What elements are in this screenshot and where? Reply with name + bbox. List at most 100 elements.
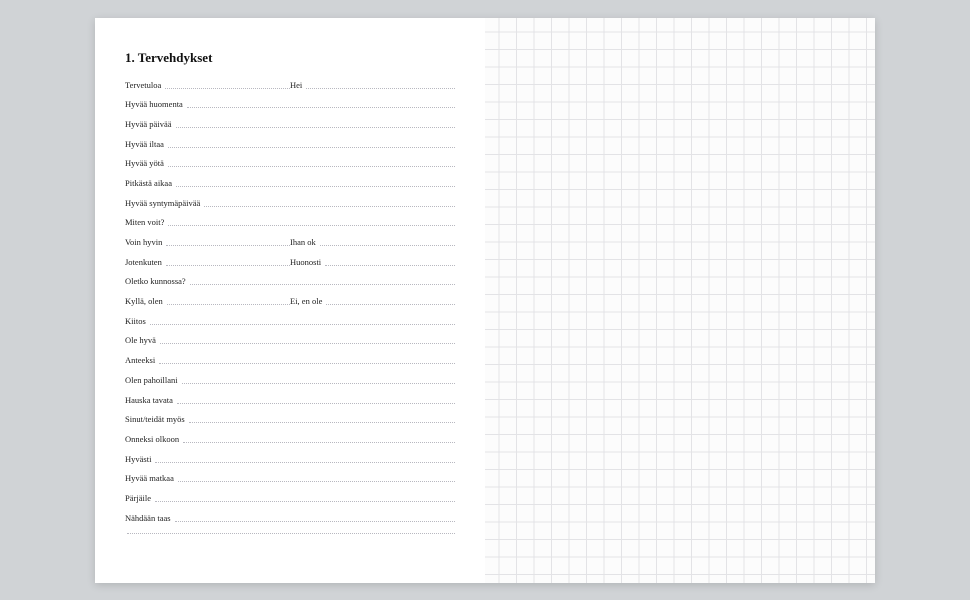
vocabulary-row: Anteeksi [125, 355, 455, 375]
vocabulary-cell: Ihan ok [290, 237, 455, 247]
vocabulary-row: Oletko kunnossa? [125, 276, 455, 296]
vocabulary-row: Hyvää syntymäpäivää [125, 198, 455, 218]
vocabulary-row: Nähdään taas [125, 513, 455, 533]
dotted-fill-line [166, 265, 290, 266]
vocabulary-cell: Kiitos [125, 316, 455, 326]
vocabulary-cell: Kyllä, olen [125, 296, 290, 306]
dotted-fill-line [176, 127, 456, 128]
vocabulary-term: Hyvää iltaa [125, 139, 166, 149]
vocabulary-row: Hyvää päivää [125, 119, 455, 139]
vocabulary-row: Hyvää iltaa [125, 139, 455, 159]
vocabulary-term: Onneksi olkoon [125, 434, 181, 444]
vocabulary-term: Hyvää huomenta [125, 99, 185, 109]
vocabulary-row [125, 532, 455, 552]
dotted-fill-line [182, 383, 455, 384]
dotted-fill-line [176, 186, 455, 187]
dotted-fill-line [168, 147, 455, 148]
vocabulary-cell: Ole hyvä [125, 335, 455, 345]
vocabulary-row: Kyllä, olen Ei, en ole [125, 296, 455, 316]
vocabulary-cell: Nähdään taas [125, 513, 455, 523]
dotted-fill-line [325, 265, 455, 266]
dotted-fill-line [168, 166, 455, 167]
left-page: 1. Tervehdykset Tervetuloa Hei Hyvää huome… [95, 18, 485, 583]
vocabulary-term: Miten voit? [125, 217, 166, 227]
vocabulary-term: Kyllä, olen [125, 296, 165, 306]
vocabulary-row: Kiitos [125, 316, 455, 336]
vocabulary-term: Pärjäile [125, 493, 153, 503]
vocabulary-cell: Pitkästä aikaa [125, 178, 455, 188]
dotted-fill-line [183, 442, 455, 443]
dotted-fill-line [175, 521, 455, 522]
vocabulary-row: Voin hyvinIhan ok [125, 237, 455, 257]
vocabulary-term: Huonosti [290, 257, 323, 267]
vocabulary-term: Nähdään taas [125, 513, 173, 523]
vocabulary-cell: Miten voit? [125, 217, 455, 227]
vocabulary-row: Olen pahoillani [125, 375, 455, 395]
vocabulary-cell: Hyvää matkaa [125, 473, 455, 483]
vocabulary-term: Jotenkuten [125, 257, 164, 267]
dotted-fill-line [326, 304, 455, 305]
vocabulary-term: Hyvästi [125, 454, 153, 464]
dotted-fill-line [204, 206, 455, 207]
vocabulary-row: Hyvää matkaa [125, 473, 455, 493]
vocabulary-term: Anteeksi [125, 355, 157, 365]
dotted-fill-line [306, 88, 455, 89]
vocabulary-row: Pitkästä aikaa [125, 178, 455, 198]
dotted-fill-line [150, 324, 455, 325]
dotted-fill-line [165, 88, 290, 89]
dotted-fill-line [159, 363, 455, 364]
vocabulary-term: Kiitos [125, 316, 148, 326]
vocabulary-cell: Huonosti [290, 257, 455, 267]
vocabulary-cell: Onneksi olkoon [125, 434, 455, 444]
vocabulary-cell: Olen pahoillani [125, 375, 455, 385]
vocabulary-cell: Hyvää yötä [125, 158, 455, 168]
dotted-fill-line [155, 501, 455, 502]
vocabulary-row: Pärjäile [125, 493, 455, 513]
dotted-fill-line [190, 284, 455, 285]
vocabulary-cell: Hyvää päivää [125, 119, 455, 129]
vocabulary-term: Pitkästä aikaa [125, 178, 174, 188]
vocabulary-cell: Oletko kunnossa? [125, 276, 455, 286]
dotted-fill-line [167, 304, 290, 305]
vocabulary-cell: Hyvää huomenta [125, 99, 455, 109]
dotted-fill-line [178, 481, 455, 482]
vocabulary-cell: Hauska tavata [125, 395, 455, 405]
vocabulary-term: Ole hyvä [125, 335, 158, 345]
dotted-fill-line [177, 403, 455, 404]
vocabulary-cell: Ei, en ole [290, 296, 455, 306]
graph-paper-grid [485, 18, 875, 583]
vocabulary-term: Hyvää matkaa [125, 473, 176, 483]
vocabulary-cell: Pärjäile [125, 493, 455, 503]
vocabulary-term: Hyvää päivää [125, 119, 174, 129]
vocabulary-row: Hauska tavata [125, 395, 455, 415]
dotted-fill-line [189, 422, 455, 423]
vocabulary-cell [125, 532, 455, 533]
dotted-fill-line [155, 462, 455, 463]
vocabulary-term: Hei [290, 80, 304, 90]
vocabulary-row: Tervetuloa Hei [125, 80, 455, 100]
vocabulary-term: Tervetuloa [125, 80, 163, 90]
vocabulary-term: Ei, en ole [290, 296, 324, 306]
vocabulary-term: Hyvää syntymäpäivää [125, 198, 202, 208]
vocabulary-cell: Anteeksi [125, 355, 455, 365]
dotted-fill-line [127, 533, 455, 534]
page-heading: 1. Tervehdykset [125, 50, 455, 66]
vocabulary-list: Tervetuloa Hei Hyvää huomenta Hyvää päivää H… [125, 80, 455, 553]
vocabulary-term: Sinut/teidät myös [125, 414, 187, 424]
vocabulary-term: Hauska tavata [125, 395, 175, 405]
dotted-fill-line [187, 107, 455, 108]
vocabulary-cell: Tervetuloa [125, 80, 290, 90]
vocabulary-term: Oletko kunnossa? [125, 276, 188, 286]
dotted-fill-line [320, 245, 455, 246]
vocabulary-cell: Hyvää syntymäpäivää [125, 198, 455, 208]
vocabulary-term: Olen pahoillani [125, 375, 180, 385]
vocabulary-row: Sinut/teidät myös [125, 414, 455, 434]
dotted-fill-line [168, 225, 455, 226]
book-spread: 1. Tervehdykset Tervetuloa Hei Hyvää huome… [95, 18, 875, 583]
vocabulary-cell: Voin hyvin [125, 237, 290, 247]
vocabulary-term: Ihan ok [290, 237, 318, 247]
vocabulary-row: Hyvästi [125, 454, 455, 474]
vocabulary-cell: Hei [290, 80, 455, 90]
vocabulary-term: Hyvää yötä [125, 158, 166, 168]
vocabulary-row: Ole hyvä [125, 335, 455, 355]
